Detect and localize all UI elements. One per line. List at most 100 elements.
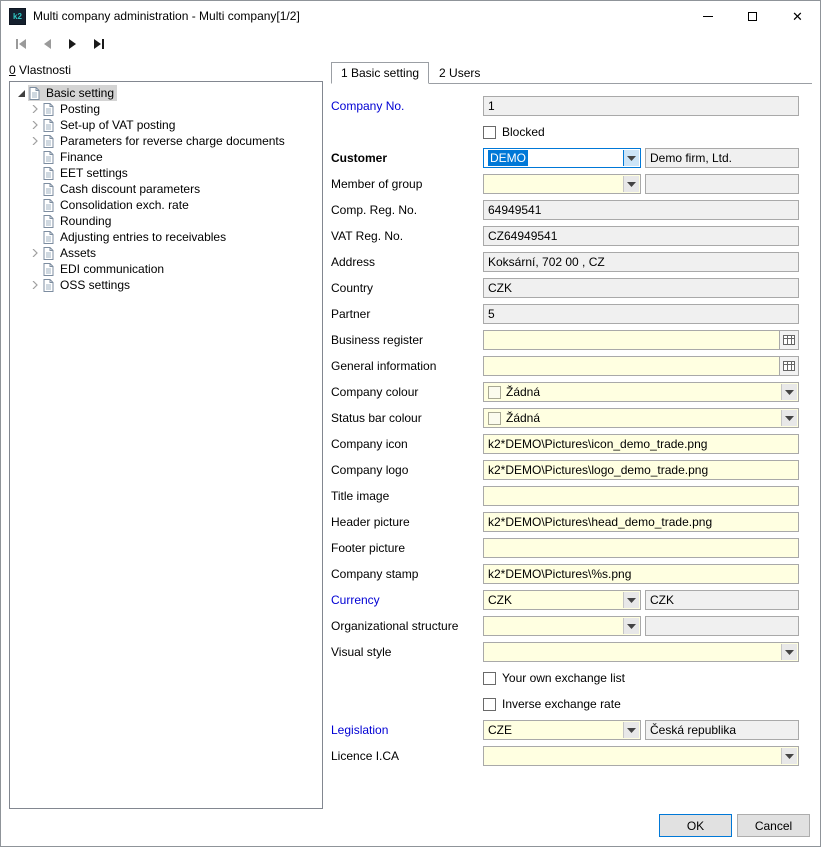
tab-users[interactable]: 2 Users <box>429 62 490 83</box>
title-image-field[interactable] <box>483 486 799 506</box>
own-exchange-list-checkbox[interactable] <box>483 672 496 685</box>
partner-label: Partner <box>331 307 483 321</box>
tree-item-label: Finance <box>60 150 103 164</box>
vat-reg-no-label: VAT Reg. No. <box>331 229 483 243</box>
form-row-company-colour: Company colour Žádná <box>331 379 812 405</box>
status-bar-colour-combo[interactable]: Žádná <box>483 408 799 428</box>
chevron-down-icon[interactable] <box>623 176 639 192</box>
comp-reg-no-label: Comp. Reg. No. <box>331 203 483 217</box>
company-colour-label: Company colour <box>331 385 483 399</box>
form-row-status-bar-colour: Status bar colour Žádná <box>331 405 812 431</box>
document-icon <box>43 247 56 260</box>
tab-basic-setting[interactable]: 1 Basic setting <box>331 62 429 84</box>
company-icon-field[interactable]: k2*DEMO\Pictures\icon_demo_trade.png <box>483 434 799 454</box>
general-information-field[interactable] <box>483 356 799 376</box>
legislation-label[interactable]: Legislation <box>331 723 483 737</box>
form-row-vat-reg-no: VAT Reg. No. CZ64949541 <box>331 223 812 249</box>
tree-collapsed-icon[interactable] <box>28 249 42 257</box>
tree-collapsed-icon[interactable] <box>28 137 42 145</box>
tree-item-rounding[interactable]: Rounding <box>10 213 322 229</box>
tree-item-posting[interactable]: Posting <box>10 101 322 117</box>
properties-tree: Basic setting Posting Set-up of VAT post… <box>9 81 323 809</box>
company-no-field: 1 <box>483 96 799 116</box>
document-icon <box>43 263 56 276</box>
document-icon <box>43 167 56 180</box>
currency-combo[interactable]: CZK <box>483 590 641 610</box>
chevron-down-icon[interactable] <box>781 384 797 400</box>
tree-item-consolidation-rate[interactable]: Consolidation exch. rate <box>10 197 322 213</box>
own-exchange-list-label: Your own exchange list <box>502 671 625 685</box>
last-record-button[interactable] <box>87 33 111 55</box>
chevron-down-icon[interactable] <box>781 644 797 660</box>
company-no-label[interactable]: Company No. <box>331 99 483 113</box>
business-register-field[interactable] <box>483 330 799 350</box>
inverse-exchange-rate-checkbox[interactable] <box>483 698 496 711</box>
member-of-group-combo[interactable] <box>483 174 641 194</box>
blocked-checkbox-label: Blocked <box>502 125 545 139</box>
close-button[interactable]: ✕ <box>775 2 820 31</box>
table-lookup-button[interactable] <box>779 357 798 375</box>
chevron-down-icon[interactable] <box>781 748 797 764</box>
minimize-icon <box>703 16 713 17</box>
tree-item-oss-settings[interactable]: OSS settings <box>10 277 322 293</box>
first-record-button <box>9 33 33 55</box>
tree-item-assets[interactable]: Assets <box>10 245 322 261</box>
minimize-button[interactable] <box>685 2 730 31</box>
form-row-company-logo: Company logo k2*DEMO\Pictures\logo_demo_… <box>331 457 812 483</box>
currency-label[interactable]: Currency <box>331 593 483 607</box>
document-icon <box>43 199 56 212</box>
previous-record-icon <box>41 38 53 50</box>
form-row-blocked: Blocked <box>331 119 812 145</box>
company-icon-label: Company icon <box>331 437 483 451</box>
maximize-button[interactable] <box>730 2 775 31</box>
blocked-checkbox[interactable] <box>483 126 496 139</box>
tree-item-finance[interactable]: Finance <box>10 149 322 165</box>
tree-expanded-icon[interactable] <box>14 89 28 98</box>
form-row-inverse-exchange-rate: Inverse exchange rate <box>331 691 812 717</box>
ok-button[interactable]: OK <box>659 814 732 837</box>
tree-item-setup-vat-posting[interactable]: Set-up of VAT posting <box>10 117 322 133</box>
tree-header-label: 0 Vlastnosti <box>9 63 323 79</box>
tree-item-adjusting-entries[interactable]: Adjusting entries to receivables <box>10 229 322 245</box>
tree-item-reverse-charge-params[interactable]: Parameters for reverse charge documents <box>10 133 322 149</box>
table-lookup-button[interactable] <box>779 331 798 349</box>
tree-collapsed-icon[interactable] <box>28 105 42 113</box>
company-stamp-field[interactable]: k2*DEMO\Pictures\%s.png <box>483 564 799 584</box>
company-stamp-label: Company stamp <box>331 567 483 581</box>
organizational-structure-combo[interactable] <box>483 616 641 636</box>
tree-item-label: Cash discount parameters <box>60 182 200 196</box>
form-row-title-image: Title image <box>331 483 812 509</box>
tree-item-basic-setting[interactable]: Basic setting <box>10 85 322 101</box>
close-icon: ✕ <box>792 10 803 23</box>
document-icon <box>43 119 56 132</box>
chevron-down-icon[interactable] <box>623 618 639 634</box>
cancel-button[interactable]: Cancel <box>737 814 810 837</box>
color-swatch <box>488 386 501 399</box>
company-colour-combo[interactable]: Žádná <box>483 382 799 402</box>
legislation-combo[interactable]: CZE <box>483 720 641 740</box>
customer-combo[interactable]: DEMO <box>483 148 641 168</box>
header-picture-field[interactable]: k2*DEMO\Pictures\head_demo_trade.png <box>483 512 799 532</box>
chevron-down-icon[interactable] <box>623 722 639 738</box>
vat-reg-no-field: CZ64949541 <box>483 226 799 246</box>
tree-item-label: Set-up of VAT posting <box>60 118 175 132</box>
licence-ica-combo[interactable] <box>483 746 799 766</box>
footer-picture-field[interactable] <box>483 538 799 558</box>
chevron-down-icon[interactable] <box>781 410 797 426</box>
chevron-down-icon[interactable] <box>623 592 639 608</box>
status-bar-colour-label: Status bar colour <box>331 411 483 425</box>
form-row-own-exchange-list: Your own exchange list <box>331 665 812 691</box>
tree-item-eet-settings[interactable]: EET settings <box>10 165 322 181</box>
visual-style-combo[interactable] <box>483 642 799 662</box>
maximize-icon <box>748 12 757 21</box>
organizational-structure-label: Organizational structure <box>331 619 483 633</box>
tree-collapsed-icon[interactable] <box>28 281 42 289</box>
tree-item-cash-discount[interactable]: Cash discount parameters <box>10 181 322 197</box>
next-record-button[interactable] <box>61 33 85 55</box>
chevron-down-icon[interactable] <box>623 150 639 166</box>
country-label: Country <box>331 281 483 295</box>
tree-item-edi-communication[interactable]: EDI communication <box>10 261 322 277</box>
tree-collapsed-icon[interactable] <box>28 121 42 129</box>
tree-item-label: Assets <box>60 246 96 260</box>
company-logo-field[interactable]: k2*DEMO\Pictures\logo_demo_trade.png <box>483 460 799 480</box>
